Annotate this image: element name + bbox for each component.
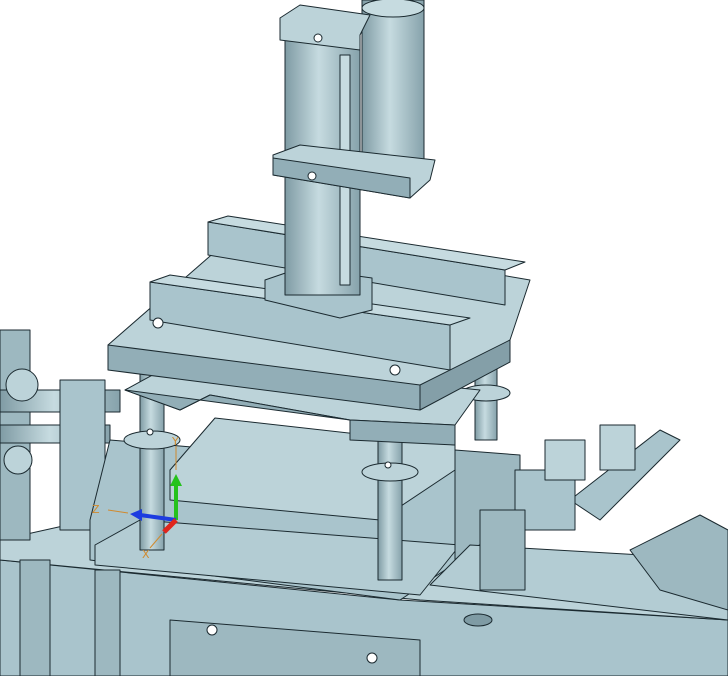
conveyor-slot (463, 613, 493, 627)
left-lower-post (19, 559, 51, 676)
left-roller-wheel (5, 368, 39, 402)
triad-z-label: Z (92, 503, 100, 516)
machine-assembly-model[interactable] (0, 0, 728, 676)
left-lower-post-2 (94, 569, 121, 676)
secondary-cylinder (361, 0, 425, 176)
cad-viewport[interactable]: Y Z X (0, 0, 728, 676)
left-roller-wheel-2 (3, 445, 33, 475)
right-vertical-block (479, 509, 526, 591)
triad-x-label: X (142, 548, 150, 561)
secondary-cylinder-top (361, 0, 425, 18)
right-slide (599, 424, 636, 471)
right-cylinder-block (544, 439, 586, 481)
triad-y-label: Y (171, 435, 179, 448)
